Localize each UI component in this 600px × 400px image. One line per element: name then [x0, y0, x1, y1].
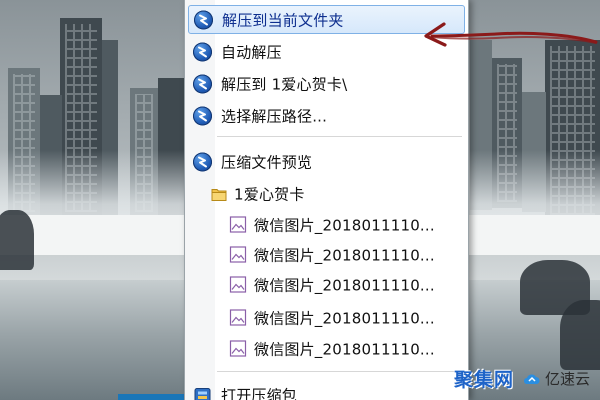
taskbar-fragment	[118, 394, 188, 400]
menu-item-label: 解压到 1爱心贺卡\	[221, 75, 348, 93]
menu-separator	[217, 371, 462, 373]
archive-file-item[interactable]: 微信图片_2018011110...	[188, 240, 465, 269]
watermark: 聚集网 亿速云	[454, 365, 590, 392]
image-file-icon	[229, 275, 248, 294]
menu-item-label: 选择解压路径...	[221, 107, 328, 125]
winrar-extract-icon	[193, 42, 212, 61]
menu-item-choose-extract-path[interactable]: 选择解压路径...	[188, 101, 465, 130]
archive-file-item[interactable]: 微信图片_2018011110...	[188, 334, 465, 363]
winrar-extract-icon	[193, 152, 212, 171]
watermark-logo-text: 亿速云	[544, 370, 590, 388]
image-file-icon	[229, 245, 248, 264]
menu-item-archive-preview[interactable]: 压缩文件预览	[188, 147, 465, 176]
menu-item-label: 微信图片_2018011110...	[254, 276, 435, 294]
menu-item-extract-to-folder[interactable]: 解压到 1爱心贺卡\	[188, 69, 465, 98]
watermark-logo: 亿速云	[522, 368, 590, 389]
menu-item-label: 1爱心贺卡	[234, 185, 305, 203]
image-file-icon	[229, 308, 248, 327]
menu-item-label: 打开压缩包	[221, 386, 298, 400]
winrar-extract-icon	[193, 106, 212, 125]
menu-item-label: 压缩文件预览	[221, 153, 313, 171]
archive-folder-item[interactable]: 1爱心贺卡	[188, 179, 465, 208]
menu-item-label: 解压到当前文件夹	[222, 11, 344, 29]
menu-separator	[217, 136, 462, 138]
image-file-icon	[229, 339, 248, 358]
red-arrow-annotation	[424, 22, 598, 47]
winrar-extract-icon	[194, 10, 213, 29]
open-archive-icon	[193, 385, 212, 400]
winrar-extract-icon	[193, 74, 212, 93]
watermark-text: 聚集网	[453, 369, 514, 391]
menu-item-open-archive[interactable]: 打开压缩包	[188, 380, 465, 400]
menu-item-label: 微信图片_2018011110...	[254, 216, 435, 234]
menu-item-label: 自动解压	[221, 43, 282, 61]
cloud-logo-icon	[523, 373, 540, 384]
image-file-icon	[229, 215, 248, 234]
folder-icon	[210, 184, 229, 203]
context-menu: 解压到当前文件夹 自动解压 解压到 1爱心贺卡\ 选择解压路径... 压缩文件预…	[184, 0, 469, 400]
menu-item-label: 微信图片_2018011110...	[254, 340, 435, 358]
menu-item-label: 微信图片_2018011110...	[254, 246, 435, 264]
archive-file-item[interactable]: 微信图片_2018011110...	[188, 270, 465, 299]
menu-item-label: 微信图片_2018011110...	[254, 309, 435, 327]
archive-file-item[interactable]: 微信图片_2018011110...	[188, 303, 465, 332]
archive-file-item[interactable]: 微信图片_2018011110...	[188, 210, 465, 239]
